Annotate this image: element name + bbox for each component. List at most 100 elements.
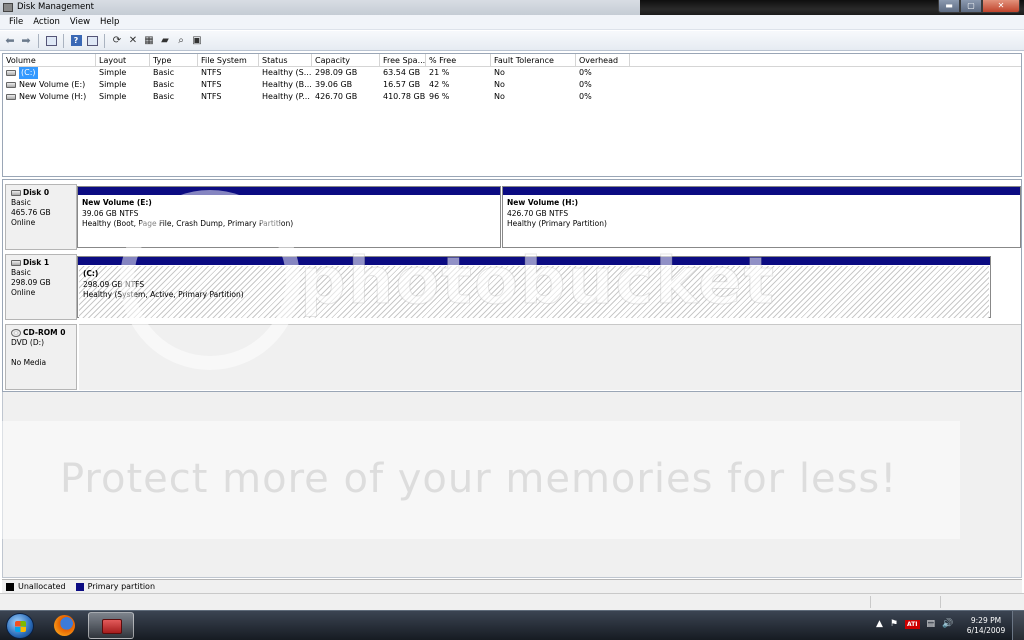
settings-icon[interactable]: ▣	[190, 34, 204, 48]
column-header-percent-free[interactable]: % Free	[426, 54, 491, 66]
capacity-cell: 39.06 GB	[315, 80, 353, 89]
disk-name: Disk 0	[11, 188, 76, 198]
close-button[interactable]: ✕	[982, 0, 1020, 13]
open-folder-icon[interactable]: ▰	[158, 34, 172, 48]
drive-icon	[6, 70, 16, 76]
type-cell: Basic	[153, 68, 175, 77]
window-title: Disk Management	[17, 2, 94, 12]
taskbar-firefox-button[interactable]	[42, 612, 88, 639]
start-button[interactable]	[6, 613, 34, 639]
layout-cell: Simple	[99, 92, 127, 101]
maximize-button[interactable]: ▢	[960, 0, 982, 13]
volume-list-header: Volume Layout Type File System Status Ca…	[3, 54, 1021, 67]
column-header-free-space[interactable]: Free Spa...	[380, 54, 426, 66]
partition-name: New Volume (H:)	[507, 198, 579, 207]
primary-partition-swatch	[75, 582, 84, 591]
cd-rom-icon	[11, 329, 21, 337]
overhead-cell: 0%	[579, 92, 592, 101]
disk-state: Online	[11, 218, 36, 227]
volume-cell: New Volume (E:)	[3, 79, 96, 91]
legend-primary-partition: Primary partition	[87, 582, 156, 591]
table-row[interactable]: (C:) Simple Basic NTFS Healthy (S... 298…	[3, 67, 1021, 79]
taskbar-disk-management-button[interactable]	[88, 612, 134, 639]
disk-size: 298.09 GB	[11, 278, 51, 287]
disk-name: CD-ROM 0	[11, 328, 76, 338]
menu-action[interactable]: Action	[28, 17, 65, 27]
minimize-button[interactable]: ▬	[938, 0, 960, 13]
toolbar-separator	[104, 33, 105, 48]
column-header-volume[interactable]: Volume	[3, 54, 96, 66]
disk-type: DVD (D:)	[11, 338, 45, 347]
disk-name-text: CD-ROM 0	[23, 328, 66, 337]
status-cell	[870, 596, 871, 608]
menu-file[interactable]: File	[4, 17, 28, 27]
refresh-icon[interactable]: ⟳	[110, 34, 124, 48]
watermark-tagline: Protect more of your memories for less!	[60, 456, 898, 502]
clock-date: 6/14/2009	[966, 626, 1006, 635]
column-header-capacity[interactable]: Capacity	[312, 54, 380, 66]
disk-label-disk-0[interactable]: Disk 0 Basic 465.76 GB Online	[5, 184, 77, 250]
ati-icon[interactable]: ATI	[905, 619, 920, 629]
volume-icon[interactable]: 🔊	[942, 619, 953, 629]
disk-state: No Media	[11, 358, 47, 367]
disk-management-app-icon[interactable]	[3, 3, 13, 12]
column-header-overhead[interactable]: Overhead	[576, 54, 630, 66]
network-icon[interactable]: ▤	[927, 619, 936, 629]
table-row[interactable]: New Volume (E:) Simple Basic NTFS Health…	[3, 79, 1021, 91]
column-header-layout[interactable]: Layout	[96, 54, 150, 66]
fault-tolerance-cell: No	[494, 92, 505, 101]
action-center-flag-icon[interactable]: ⚑	[890, 619, 898, 629]
layout-cell: Simple	[99, 68, 127, 77]
forward-arrow-icon[interactable]: ➡	[19, 34, 33, 48]
column-header-type[interactable]: Type	[150, 54, 198, 66]
capacity-cell: 426.70 GB	[315, 92, 358, 101]
file-system-cell: NTFS	[201, 68, 222, 77]
disk-label-disk-1[interactable]: Disk 1 Basic 298.09 GB Online	[5, 254, 77, 320]
overhead-cell: 0%	[579, 68, 592, 77]
volume-cell: (C:)	[3, 67, 96, 79]
properties-list-icon[interactable]	[85, 34, 99, 48]
volume-cell: New Volume (H:)	[3, 91, 96, 103]
free-space-cell: 410.78 GB	[383, 92, 426, 101]
show-desktop-button[interactable]	[1012, 611, 1024, 640]
fault-tolerance-cell: No	[494, 80, 505, 89]
percent-free-cell: 21 %	[429, 68, 450, 77]
capacity-cell: 298.09 GB	[315, 68, 358, 77]
show-hide-console-tree-icon[interactable]	[44, 34, 58, 48]
disk-name: Disk 1	[11, 258, 76, 268]
menu-view[interactable]: View	[65, 17, 95, 27]
status-bar	[0, 593, 1024, 610]
free-space-cell: 63.54 GB	[383, 68, 421, 77]
clock[interactable]: 9:29 PM 6/14/2009	[966, 616, 1006, 636]
column-header-status[interactable]: Status	[259, 54, 312, 66]
status-cell	[940, 596, 941, 608]
back-arrow-icon[interactable]: ⬅	[3, 34, 17, 48]
type-cell: Basic	[153, 80, 175, 89]
taskbar: ▲ ⚑ ATI ▤ 🔊 9:29 PM 6/14/2009	[0, 610, 1024, 640]
delete-icon[interactable]: ✕	[126, 34, 140, 48]
status-cell: Healthy (P...	[262, 92, 310, 101]
partition-new-volume-h[interactable]: New Volume (H:) 426.70 GB NTFS Healthy (…	[502, 186, 1021, 248]
show-hidden-icons-icon[interactable]: ▲	[876, 619, 883, 629]
menu-help[interactable]: Help	[95, 17, 124, 27]
properties-icon[interactable]: ▦	[142, 34, 156, 48]
status-cell: Healthy (B...	[262, 80, 312, 89]
column-header-file-system[interactable]: File System	[198, 54, 259, 66]
drive-icon	[6, 82, 16, 88]
disk-name-text: Disk 1	[23, 258, 50, 267]
percent-free-cell: 96 %	[429, 92, 450, 101]
table-row[interactable]: New Volume (H:) Simple Basic NTFS Health…	[3, 91, 1021, 103]
fault-tolerance-cell: No	[494, 68, 505, 77]
partition-size: 426.70 GB NTFS	[507, 208, 569, 218]
help-icon[interactable]: ?	[69, 34, 83, 48]
title-bar-background	[0, 0, 640, 15]
disk-label-cdrom-0[interactable]: CD-ROM 0 DVD (D:) No Media	[5, 324, 77, 390]
toolbar-separator	[38, 33, 39, 48]
explore-icon[interactable]: ⌕	[174, 34, 188, 48]
photobucket-watermark-logo: photobucket	[299, 245, 777, 320]
column-header-fault-tolerance[interactable]: Fault Tolerance	[491, 54, 576, 66]
volume-name: New Volume (E:)	[19, 80, 86, 89]
system-tray: ▲ ⚑ ATI ▤ 🔊	[876, 619, 953, 629]
partition-type-bar	[503, 187, 1020, 195]
